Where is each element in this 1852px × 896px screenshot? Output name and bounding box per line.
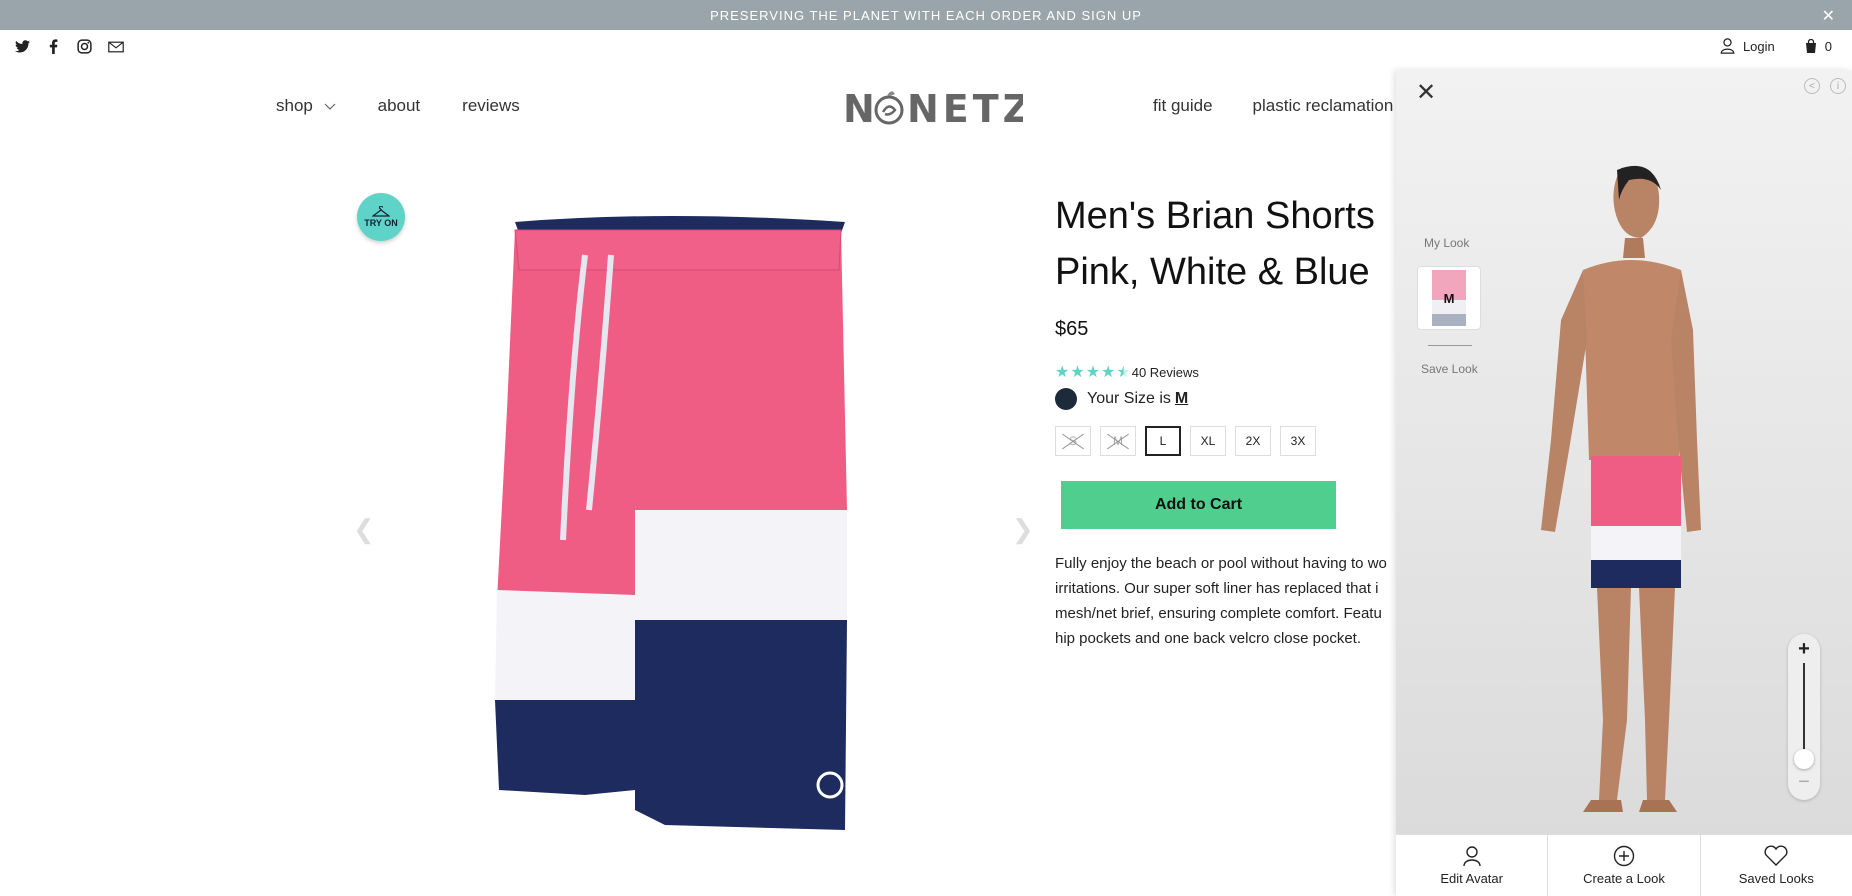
look-divider (1428, 345, 1472, 346)
chevron-down-icon (324, 103, 336, 110)
site-logo[interactable]: N NETZ (843, 86, 1030, 138)
mail-icon[interactable] (107, 38, 124, 55)
your-size-indicator: Your Size is M (1055, 388, 1188, 410)
my-look-label: My Look (1424, 236, 1470, 250)
user-icon (1720, 38, 1735, 54)
cart-link[interactable]: 0 (1805, 38, 1832, 54)
nav-about[interactable]: about (378, 96, 421, 116)
avatar-3d-model[interactable] (1511, 160, 1751, 845)
nav-reviews[interactable]: reviews (462, 96, 520, 116)
plus-circle-icon (1613, 845, 1635, 867)
size-option-xl[interactable]: XL (1190, 426, 1226, 456)
save-look-button[interactable]: Save Look (1421, 362, 1478, 376)
size-option-l[interactable]: L (1145, 426, 1181, 456)
star-icon: ★ (1055, 364, 1070, 381)
add-to-cart-button[interactable]: Add to Cart (1061, 481, 1336, 529)
announcement-close-icon[interactable]: ✕ (1822, 6, 1836, 26)
your-size-value: M (1174, 390, 1189, 407)
svg-text:NETZ: NETZ (907, 87, 1023, 128)
twitter-icon[interactable] (14, 38, 31, 55)
size-option-m: M (1100, 426, 1136, 456)
main-nav-left: shop about reviews (276, 96, 520, 116)
nav-shop[interactable]: shop (276, 96, 336, 116)
svg-text:N: N (843, 87, 879, 128)
product-title-line2: Pink, White & Blue (1055, 251, 1370, 293)
star-icon: ★ (1085, 364, 1101, 381)
account-area: Login 0 (1720, 38, 1832, 54)
create-look-label: Create a Look (1583, 871, 1665, 886)
avatar-edit-icon (1462, 846, 1481, 867)
product-rating[interactable]: ★ ★ ★ ★ ★ 40 Reviews (1055, 362, 1199, 382)
saved-looks-button[interactable]: Saved Looks (1701, 835, 1852, 896)
star-icon: ★ (1101, 364, 1116, 381)
zoom-in-icon[interactable]: + (1798, 638, 1810, 661)
zoom-control: + − (1788, 634, 1820, 800)
create-look-button[interactable]: Create a Look (1548, 835, 1701, 896)
main-nav-right: fit guide plastic reclamation (1153, 96, 1393, 116)
zoom-out-icon[interactable]: − (1798, 771, 1810, 794)
saved-looks-label: Saved Looks (1738, 871, 1814, 886)
prev-image-arrow[interactable]: ❮ (353, 514, 375, 545)
product-description: Fully enjoy the beach or pool without ha… (1055, 555, 1387, 647)
your-size-prefix: Your Size is (1087, 390, 1171, 407)
heart-icon (1764, 845, 1788, 866)
avatar-badge-icon (1055, 388, 1077, 410)
cart-count: 0 (1824, 38, 1832, 54)
product-title-line1: Men's Brian Shorts (1055, 195, 1375, 237)
share-icon[interactable]: < (1804, 78, 1820, 94)
look-size: M (1443, 290, 1455, 306)
try-on-panel: ✕ < i My Look M Save Look + − Edit Avata… (1396, 70, 1852, 896)
info-icon[interactable]: i (1830, 78, 1846, 94)
size-option-2x[interactable]: 2X (1235, 426, 1271, 456)
half-star-icon: ★ (1116, 364, 1131, 381)
nonetz-logo: N NETZ (843, 87, 1030, 131)
login-link[interactable]: Login (1720, 38, 1775, 54)
hanger-icon (372, 206, 390, 217)
facebook-icon[interactable] (45, 38, 62, 55)
social-links (14, 38, 124, 55)
edit-avatar-label: Edit Avatar (1440, 871, 1503, 886)
announcement-bar: PRESERVING THE PLANET WITH EACH ORDER AN… (0, 0, 1852, 30)
announcement-text: PRESERVING THE PLANET WITH EACH ORDER AN… (710, 7, 1142, 23)
panel-tools: < i (1804, 78, 1846, 94)
product-image (485, 210, 875, 845)
size-selector: S M L XL 2X 3X (1055, 426, 1316, 456)
zoom-slider[interactable] (1794, 663, 1814, 769)
nav-plastic-reclamation[interactable]: plastic reclamation (1253, 96, 1394, 116)
shopping-bag-icon (1805, 38, 1816, 53)
size-option-3x[interactable]: 3X (1280, 426, 1316, 456)
panel-bottom-bar: Edit Avatar Create a Look Saved Looks (1396, 834, 1852, 896)
instagram-icon[interactable] (76, 38, 93, 55)
nav-shop-label: shop (276, 96, 313, 115)
edit-avatar-button[interactable]: Edit Avatar (1396, 835, 1549, 896)
close-panel-icon[interactable]: ✕ (1416, 78, 1436, 107)
product-price: $65 (1055, 318, 1089, 340)
reviews-count: 40 Reviews (1131, 364, 1199, 380)
nav-fit-guide[interactable]: fit guide (1153, 96, 1213, 116)
try-on-button[interactable]: TRY ON (357, 193, 405, 241)
star-icon: ★ (1070, 364, 1085, 381)
product-title: Men's Brian Shorts Pink, White & Blue (1055, 188, 1415, 300)
size-option-s: S (1055, 426, 1091, 456)
zoom-slider-handle[interactable] (1794, 749, 1814, 769)
try-on-label: TRY ON (364, 218, 398, 228)
next-image-arrow[interactable]: ❯ (1012, 514, 1034, 545)
login-label: Login (1742, 38, 1775, 54)
look-thumbnail[interactable]: M (1417, 266, 1481, 330)
